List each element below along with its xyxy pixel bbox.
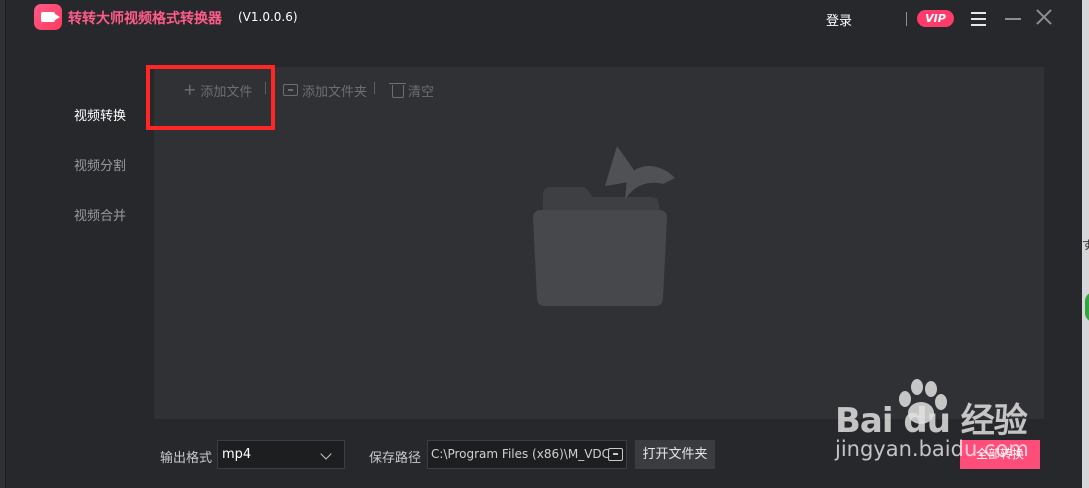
open-folder-button[interactable]: 打开文件夹: [635, 440, 715, 469]
sidebar-item-video-split[interactable]: 视频分割: [74, 155, 126, 174]
folder-icon: [283, 84, 298, 96]
save-path-field[interactable]: C:\Program Files (x86)\M_VDC: [427, 440, 627, 469]
add-file-button[interactable]: + 添加文件: [183, 80, 253, 100]
menu-icon[interactable]: [971, 12, 986, 26]
titlebar-divider: [906, 12, 907, 26]
add-folder-button[interactable]: 添加文件夹: [283, 82, 368, 100]
app-logo-icon: [34, 4, 62, 30]
right-edge-strip: ず: [1082, 0, 1089, 488]
save-path-label: 保存路径: [369, 451, 422, 466]
close-icon[interactable]: [1035, 8, 1053, 26]
clear-label: 清空: [408, 84, 435, 100]
sidebar-item-video-merge[interactable]: 视频合并: [74, 205, 126, 224]
partial-glyph: ず: [1082, 238, 1089, 252]
clear-button[interactable]: 清空: [389, 82, 435, 100]
toolbar-divider: [265, 82, 266, 94]
empty-folder-illustration: [533, 146, 675, 306]
browse-folder-icon[interactable]: [608, 448, 623, 461]
app-title: 转转大师视频格式转换器: [68, 11, 222, 27]
output-format-value: mp4: [222, 447, 252, 462]
app-version: (V1.0.0.6): [238, 10, 298, 24]
plus-icon: +: [183, 80, 197, 99]
minimize-icon[interactable]: [1005, 18, 1021, 20]
login-button[interactable]: 登录: [826, 10, 852, 29]
convert-all-button[interactable]: 全部转换: [960, 440, 1040, 469]
toolbar-divider: [374, 82, 375, 94]
vip-badge[interactable]: VIP: [917, 10, 954, 27]
add-folder-label: 添加文件夹: [302, 84, 368, 100]
add-file-label: 添加文件: [200, 84, 253, 100]
sidebar-item-video-convert[interactable]: 视频转换: [74, 105, 126, 124]
trash-icon: [389, 82, 406, 98]
output-format-select[interactable]: mp4: [217, 440, 345, 469]
partial-green-badge: [1085, 292, 1089, 322]
chevron-down-icon: [320, 448, 332, 460]
output-format-label: 输出格式: [160, 451, 213, 466]
